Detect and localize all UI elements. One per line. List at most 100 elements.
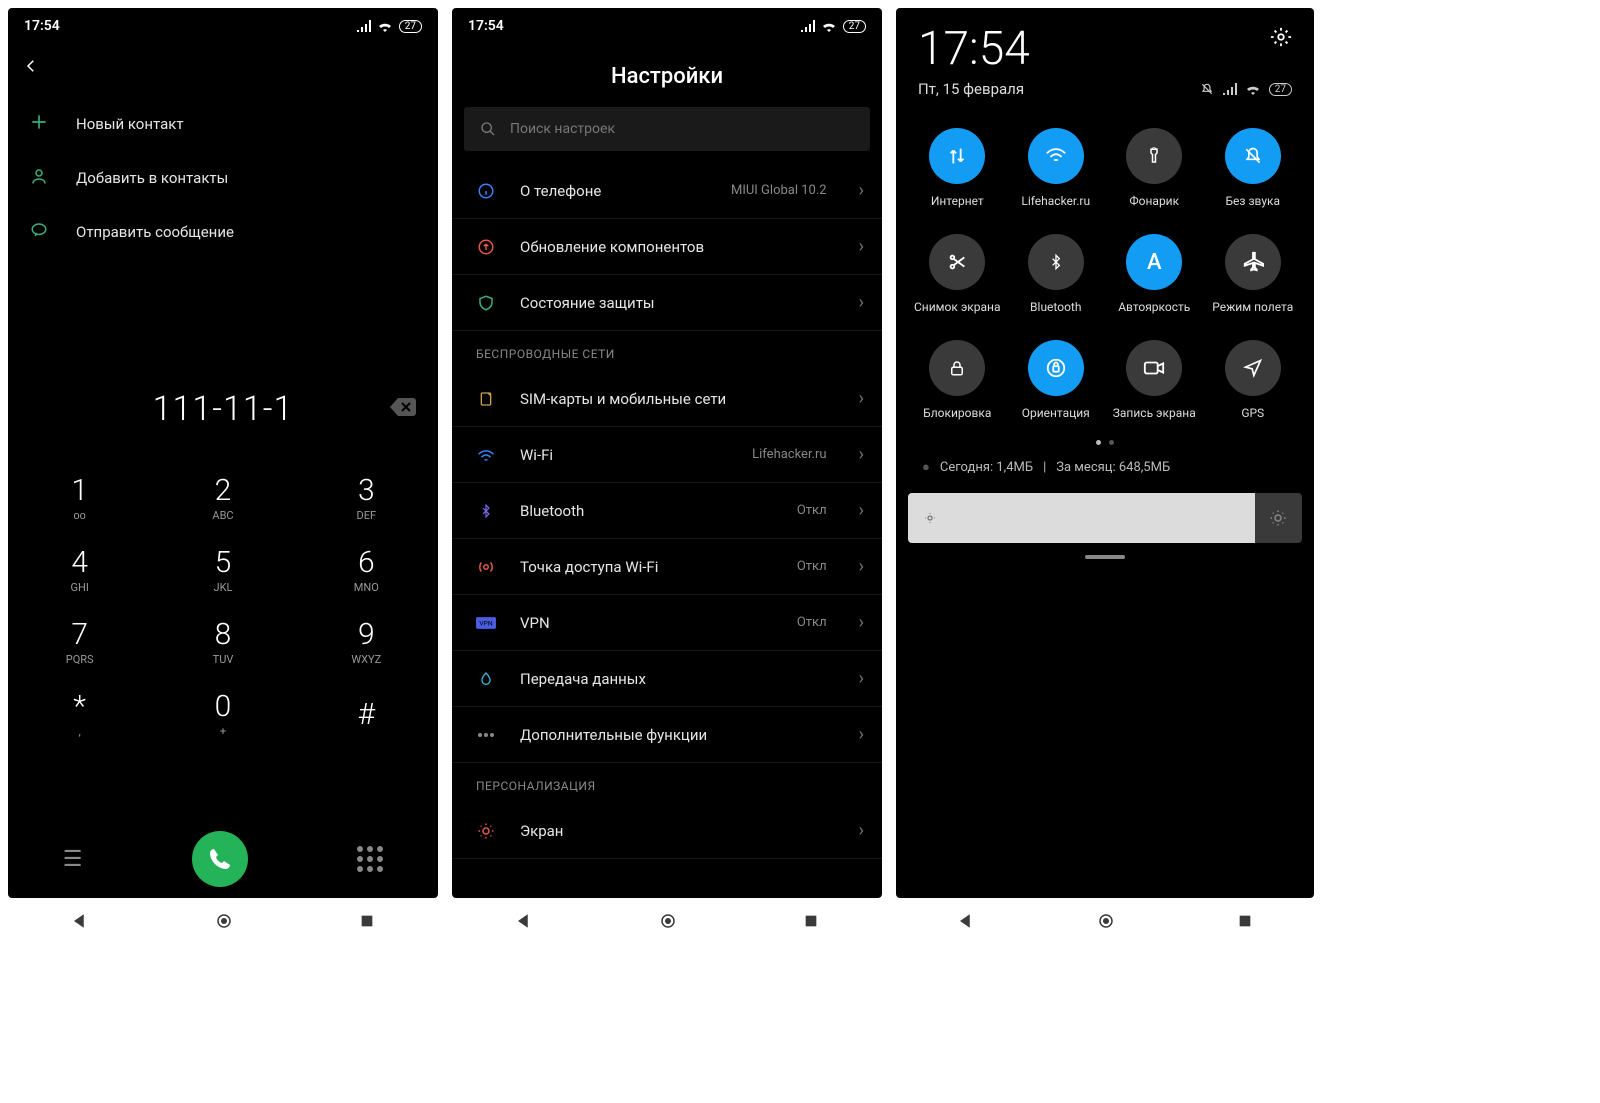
display-icon (476, 822, 496, 840)
key-9[interactable]: 9WXYZ (295, 607, 438, 679)
signal-icon (357, 20, 371, 32)
chevron-right-icon: › (859, 556, 864, 577)
tile-torch[interactable]: Фонарик (1105, 128, 1204, 208)
key-0[interactable]: 0+ (151, 679, 294, 751)
section-personalization: ПЕРСОНАЛИЗАЦИЯ (452, 763, 882, 803)
row-wifi[interactable]: Wi-Fi Lifehacker.ru › (452, 427, 882, 483)
back-button[interactable] (8, 44, 438, 93)
status-time: 17:54 (24, 18, 60, 34)
row-sim[interactable]: SIM-карты и мобильные сети › (452, 371, 882, 427)
row-display[interactable]: Экран › (452, 803, 882, 859)
torch-icon (1126, 128, 1182, 184)
nav-bar (8, 898, 438, 944)
key-hash[interactable]: # (295, 679, 438, 751)
data-usage-line[interactable]: ● Сегодня: 1,4МБ | За месяц: 648,5МБ (896, 459, 1314, 489)
key-5[interactable]: 5JKL (151, 535, 294, 607)
key-4[interactable]: 4GHI (8, 535, 151, 607)
key-6[interactable]: 6MNO (295, 535, 438, 607)
row-data-usage[interactable]: Передача данных › (452, 651, 882, 707)
key-3[interactable]: 3DEF (295, 463, 438, 535)
status-bar: 17:54 27 (452, 8, 882, 44)
wifi-row-icon (476, 448, 496, 462)
key-1[interactable]: 1ᴏᴏ (8, 463, 151, 535)
tile-autobrightness[interactable]: A Автояркость (1105, 234, 1204, 314)
row-update[interactable]: Обновление компонентов › (452, 219, 882, 275)
data-month: За месяц: 648,5МБ (1056, 460, 1170, 475)
new-contact-row[interactable]: Новый контакт (8, 97, 438, 151)
tile-bluetooth[interactable]: Bluetooth (1007, 234, 1106, 314)
vpn-icon: VPN (476, 616, 496, 630)
brightness-slider[interactable] (908, 493, 1302, 543)
settings-gear-button[interactable] (1270, 26, 1292, 52)
nav-bar (896, 898, 1314, 944)
plus-icon (28, 112, 50, 136)
send-message-row[interactable]: Отправить сообщение (8, 205, 438, 259)
settings-list[interactable]: О телефоне MIUI Global 10.2 › Обновление… (452, 163, 882, 898)
row-more[interactable]: Дополнительные функции › (452, 707, 882, 763)
send-message-label: Отправить сообщение (76, 223, 234, 241)
nav-recents-icon[interactable] (359, 913, 375, 929)
settings-search[interactable]: Поиск настроек (464, 107, 870, 151)
tile-rotation[interactable]: Ориентация (1007, 340, 1106, 420)
menu-button[interactable]: ☰ (63, 847, 83, 872)
key-star[interactable]: *, (8, 679, 151, 751)
chevron-right-icon: › (859, 500, 864, 521)
nav-home-icon[interactable] (215, 912, 233, 930)
nav-recents-icon[interactable] (1237, 913, 1253, 929)
key-2[interactable]: 2ABC (151, 463, 294, 535)
nav-back-icon[interactable] (957, 912, 975, 930)
update-icon (476, 238, 496, 256)
tile-airplane[interactable]: Режим полета (1204, 234, 1303, 314)
battery-icon: 27 (843, 20, 866, 33)
chevron-right-icon: › (859, 292, 864, 313)
row-bluetooth[interactable]: Bluetooth Откл › (452, 483, 882, 539)
new-contact-label: Новый контакт (76, 115, 184, 133)
tile-wifi[interactable]: Lifehacker.ru (1007, 128, 1106, 208)
search-icon (480, 121, 496, 137)
screen-quick-settings: 17:54 Пт, 15 февраля 27 Интернет Lifehac… (896, 8, 1314, 898)
tile-lock[interactable]: Блокировка (908, 340, 1007, 420)
add-to-contacts-row[interactable]: Добавить в контакты (8, 151, 438, 205)
hotspot-icon (476, 558, 496, 576)
brightness-auto-toggle[interactable] (1255, 493, 1302, 543)
page-indicator[interactable] (896, 434, 1314, 459)
message-icon (28, 221, 50, 243)
row-vpn[interactable]: VPN VPN Откл › (452, 595, 882, 651)
nav-back-icon[interactable] (71, 912, 89, 930)
brightness-high-icon (1269, 509, 1287, 527)
more-icon (476, 732, 496, 738)
tile-internet[interactable]: Интернет (908, 128, 1007, 208)
tile-screenrecord[interactable]: Запись экрана (1105, 340, 1204, 420)
nav-back-icon[interactable] (515, 912, 533, 930)
key-8[interactable]: 8TUV (151, 607, 294, 679)
tile-screenshot[interactable]: Снимок экрана (908, 234, 1007, 314)
tile-silent[interactable]: Без звука (1204, 128, 1303, 208)
key-7[interactable]: 7PQRS (8, 607, 151, 679)
dialpad-toggle-button[interactable] (357, 846, 383, 872)
bluetooth-row-icon (476, 502, 496, 520)
mute-icon (1199, 82, 1215, 96)
chevron-right-icon: › (859, 388, 864, 409)
signal-icon (801, 20, 815, 32)
row-security-status[interactable]: Состояние защиты › (452, 275, 882, 331)
auto-a-icon: A (1126, 234, 1182, 290)
drag-handle[interactable] (1085, 555, 1125, 559)
qs-date-row: Пт, 15 февраля 27 (896, 80, 1314, 116)
search-placeholder: Поиск настроек (510, 121, 615, 137)
nav-recents-icon[interactable] (803, 913, 819, 929)
number-display: 111-11-1 (8, 379, 438, 439)
row-about-phone[interactable]: О телефоне MIUI Global 10.2 › (452, 163, 882, 219)
signal-icon (1223, 83, 1237, 95)
tile-gps[interactable]: GPS (1204, 340, 1303, 420)
backspace-button[interactable] (390, 398, 416, 420)
row-hotspot[interactable]: Точка доступа Wi-Fi Откл › (452, 539, 882, 595)
chevron-right-icon: › (859, 180, 864, 201)
nav-home-icon[interactable] (659, 912, 677, 930)
nav-home-icon[interactable] (1097, 912, 1115, 930)
brightness-low-icon (922, 510, 938, 526)
brightness-fill (908, 493, 1255, 543)
info-icon (476, 182, 496, 200)
svg-text:VPN: VPN (479, 619, 492, 627)
call-button[interactable] (192, 831, 248, 887)
qs-header: 17:54 (896, 8, 1314, 80)
